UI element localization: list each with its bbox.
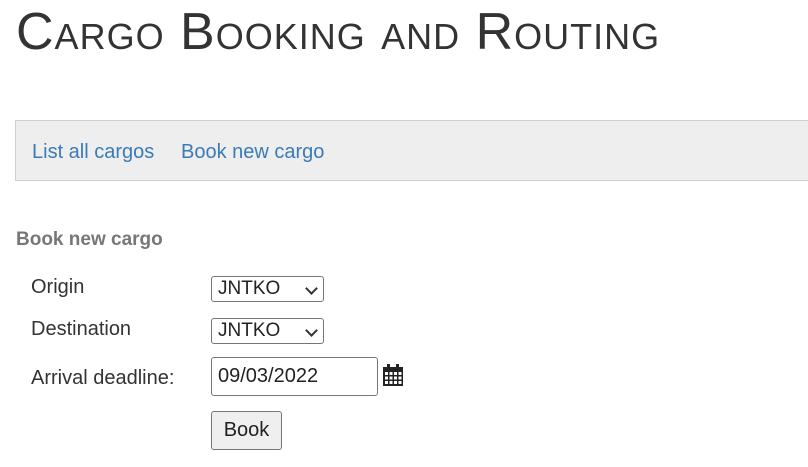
- destination-select-value: JNTKO: [218, 320, 281, 341]
- nav-link-book-new-cargo[interactable]: Book new cargo: [181, 141, 324, 164]
- destination-label: Destination: [31, 318, 132, 340]
- origin-select-value: JNTKO: [218, 278, 281, 299]
- chevron-down-icon: [305, 324, 318, 337]
- destination-select[interactable]: JNTKO: [211, 318, 324, 344]
- origin-label: Origin: [31, 276, 85, 298]
- book-button[interactable]: Book: [211, 411, 282, 450]
- arrival-deadline-input[interactable]: [211, 357, 378, 396]
- form-heading: Book new cargo: [16, 229, 163, 250]
- nav-link-list-all-cargos[interactable]: List all cargos: [32, 141, 154, 164]
- origin-select[interactable]: JNTKO: [211, 276, 324, 302]
- arrival-deadline-label: Arrival deadline:: [31, 367, 175, 389]
- chevron-down-icon: [305, 282, 318, 295]
- calendar-icon[interactable]: [383, 364, 403, 386]
- page-title: Cargo Booking and Routing: [16, 3, 661, 61]
- nav-bar: List all cargos Book new cargo: [15, 120, 808, 181]
